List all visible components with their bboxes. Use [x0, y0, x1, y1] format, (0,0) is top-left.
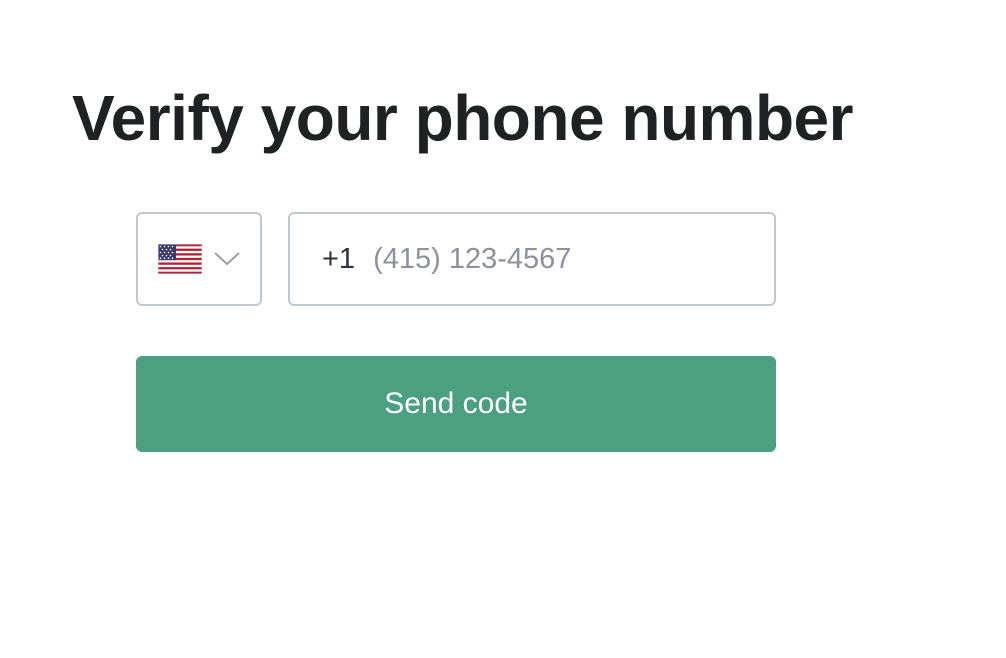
page-title: Verify your phone number	[72, 82, 854, 154]
verify-phone-page: Verify your phone number +1 (415) 123-45…	[0, 0, 1006, 658]
country-code-prefix: +1	[322, 242, 356, 275]
country-code-select[interactable]	[136, 212, 262, 306]
us-flag-icon	[158, 244, 202, 274]
send-code-button[interactable]: Send code	[136, 356, 776, 452]
chevron-down-icon	[214, 252, 240, 266]
phone-number-input[interactable]	[373, 242, 744, 276]
phone-number-field[interactable]: +1	[288, 212, 776, 306]
